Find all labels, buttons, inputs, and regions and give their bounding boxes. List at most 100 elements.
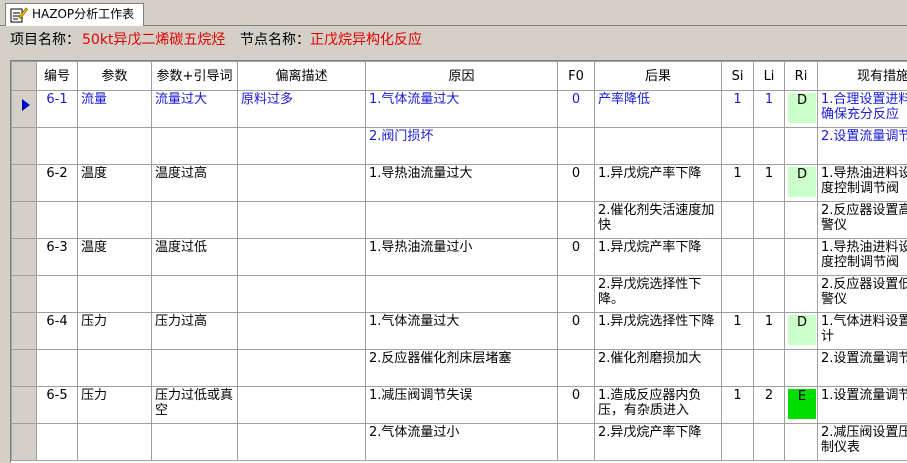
cell-consequence[interactable]: 1.异戊烷选择性下降 xyxy=(594,312,722,350)
cell-id[interactable] xyxy=(36,275,78,313)
row-selector[interactable] xyxy=(11,423,37,461)
cell-ri[interactable]: D xyxy=(784,312,818,350)
cell-si[interactable]: 1 xyxy=(721,164,754,202)
cell-id[interactable]: 6-5 xyxy=(36,386,78,424)
cell-consequence[interactable]: 2.异戊烷选择性下降。 xyxy=(594,275,722,313)
column-header[interactable]: F0 xyxy=(557,61,595,91)
table-row[interactable]: 2.异戊烷选择性下降。 2.反应器设置低温报警仪 xyxy=(11,275,907,313)
cell-consequence[interactable] xyxy=(594,127,722,165)
cell-si[interactable] xyxy=(721,423,754,461)
cell-li[interactable]: 1 xyxy=(753,90,785,128)
row-selector[interactable] xyxy=(11,386,37,424)
cell-consequence[interactable]: 2.催化剂失活速度加快 xyxy=(594,201,722,239)
cell-deviation[interactable] xyxy=(237,164,366,202)
cell-deviation[interactable] xyxy=(237,423,366,461)
cell-si[interactable]: 1 xyxy=(721,90,754,128)
column-header[interactable]: 原因 xyxy=(365,61,558,91)
cell-id[interactable] xyxy=(36,201,78,239)
cell-si[interactable] xyxy=(721,349,754,387)
cell-si[interactable] xyxy=(721,201,754,239)
cell-li[interactable]: 1 xyxy=(753,312,785,350)
column-header[interactable]: 现有措施 xyxy=(817,61,907,91)
cell-cause[interactable] xyxy=(365,275,558,313)
row-selector[interactable] xyxy=(11,201,37,239)
cell-si[interactable] xyxy=(721,127,754,165)
cell-deviation[interactable] xyxy=(237,312,366,350)
cell-ri[interactable]: D xyxy=(784,90,818,128)
cell-parameter[interactable]: 温度 xyxy=(77,164,152,202)
cell-f0[interactable]: 0 xyxy=(557,164,595,202)
cell-consequence[interactable]: 产率降低 xyxy=(594,90,722,128)
cell-deviation[interactable] xyxy=(237,238,366,276)
cell-f0[interactable] xyxy=(557,275,595,313)
cell-li[interactable] xyxy=(753,423,785,461)
cell-existing-measures[interactable]: 2.设置流量调节阀 xyxy=(817,349,907,387)
cell-parameter[interactable]: 压力 xyxy=(77,386,152,424)
cell-deviation[interactable] xyxy=(237,127,366,165)
cell-guideword[interactable] xyxy=(151,201,238,239)
column-header[interactable]: 偏离描述 xyxy=(237,61,366,91)
cell-id[interactable] xyxy=(36,127,78,165)
cell-deviation[interactable] xyxy=(237,275,366,313)
cell-cause[interactable]: 1.导热油流量过大 xyxy=(365,164,558,202)
cell-li[interactable]: 2 xyxy=(753,386,785,424)
cell-existing-measures[interactable]: 2.设置流量调节阀 xyxy=(817,127,907,165)
cell-ri[interactable] xyxy=(784,275,818,313)
cell-ri[interactable] xyxy=(784,201,818,239)
cell-parameter[interactable] xyxy=(77,349,152,387)
cell-cause[interactable]: 1.气体流量过大 xyxy=(365,90,558,128)
cell-si[interactable]: 1 xyxy=(721,312,754,350)
row-selector[interactable] xyxy=(11,275,37,313)
cell-si[interactable] xyxy=(721,238,754,276)
cell-li[interactable] xyxy=(753,127,785,165)
cell-ri[interactable] xyxy=(784,127,818,165)
cell-consequence[interactable]: 1.造成反应器内负压，有杂质进入 xyxy=(594,386,722,424)
table-row[interactable]: 6-3 温度 温度过低 1.导热油流量过小 0 1.异戊烷产率下降 1.导热油进… xyxy=(11,238,907,276)
cell-consequence[interactable]: 2.异戊烷产率下降 xyxy=(594,423,722,461)
cell-li[interactable] xyxy=(753,349,785,387)
cell-si[interactable]: 1 xyxy=(721,386,754,424)
cell-id[interactable]: 6-3 xyxy=(36,238,78,276)
cell-f0[interactable] xyxy=(557,127,595,165)
cell-guideword[interactable]: 流量过大 xyxy=(151,90,238,128)
table-row[interactable]: 2.气体流量过小 2.异戊烷产率下降 2.减压阀设置压力控制仪表 xyxy=(11,423,907,461)
cell-id[interactable] xyxy=(36,423,78,461)
cell-parameter[interactable] xyxy=(77,275,152,313)
cell-guideword[interactable]: 压力过高 xyxy=(151,312,238,350)
cell-f0[interactable]: 0 xyxy=(557,90,595,128)
table-row[interactable]: 2.催化剂失活速度加快 2.反应器设置高温报警仪 xyxy=(11,201,907,239)
cell-existing-measures[interactable]: 1.导热油进料设置温度控制调节阀 xyxy=(817,164,907,202)
cell-f0[interactable] xyxy=(557,201,595,239)
cell-si[interactable] xyxy=(721,275,754,313)
cell-ri[interactable]: E xyxy=(784,386,818,424)
table-row[interactable]: 2.阀门损坏 2.设置流量调节阀 xyxy=(11,127,907,165)
column-header[interactable]: 后果 xyxy=(594,61,722,91)
cell-cause[interactable] xyxy=(365,201,558,239)
cell-consequence[interactable]: 1.异戊烷产率下降 xyxy=(594,164,722,202)
cell-existing-measures[interactable]: 2.减压阀设置压力控制仪表 xyxy=(817,423,907,461)
cell-existing-measures[interactable]: 1.导热油进料设置温度控制调节阀 xyxy=(817,238,907,276)
tab-hazop-worksheet[interactable]: HAZOP分析工作表 xyxy=(5,3,144,26)
cell-id[interactable]: 6-2 xyxy=(36,164,78,202)
row-selector[interactable] xyxy=(11,90,37,128)
cell-parameter[interactable] xyxy=(77,127,152,165)
cell-consequence[interactable]: 2.催化剂磨损加大 xyxy=(594,349,722,387)
cell-existing-measures[interactable]: 1.合理设置进料比，确保充分反应 xyxy=(817,90,907,128)
cell-cause[interactable]: 2.反应器催化剂床层堵塞 xyxy=(365,349,558,387)
column-header[interactable]: 编号 xyxy=(36,61,78,91)
cell-deviation[interactable]: 原料过多 xyxy=(237,90,366,128)
row-selector[interactable] xyxy=(11,127,37,165)
cell-f0[interactable] xyxy=(557,423,595,461)
cell-guideword[interactable] xyxy=(151,423,238,461)
cell-f0[interactable]: 0 xyxy=(557,386,595,424)
row-selector[interactable] xyxy=(11,164,37,202)
hazop-grid[interactable]: 编号 参数 参数+引导词 偏离描述 原因 F0 后果 Si Li Ri 现有措施… xyxy=(10,60,907,463)
column-header[interactable]: Si xyxy=(721,61,754,91)
cell-cause[interactable]: 2.气体流量过小 xyxy=(365,423,558,461)
cell-ri[interactable] xyxy=(784,349,818,387)
cell-consequence[interactable]: 1.异戊烷产率下降 xyxy=(594,238,722,276)
cell-ri[interactable] xyxy=(784,423,818,461)
cell-cause[interactable]: 1.气体流量过大 xyxy=(365,312,558,350)
cell-f0[interactable]: 0 xyxy=(557,312,595,350)
cell-guideword[interactable]: 压力过低或真空 xyxy=(151,386,238,424)
